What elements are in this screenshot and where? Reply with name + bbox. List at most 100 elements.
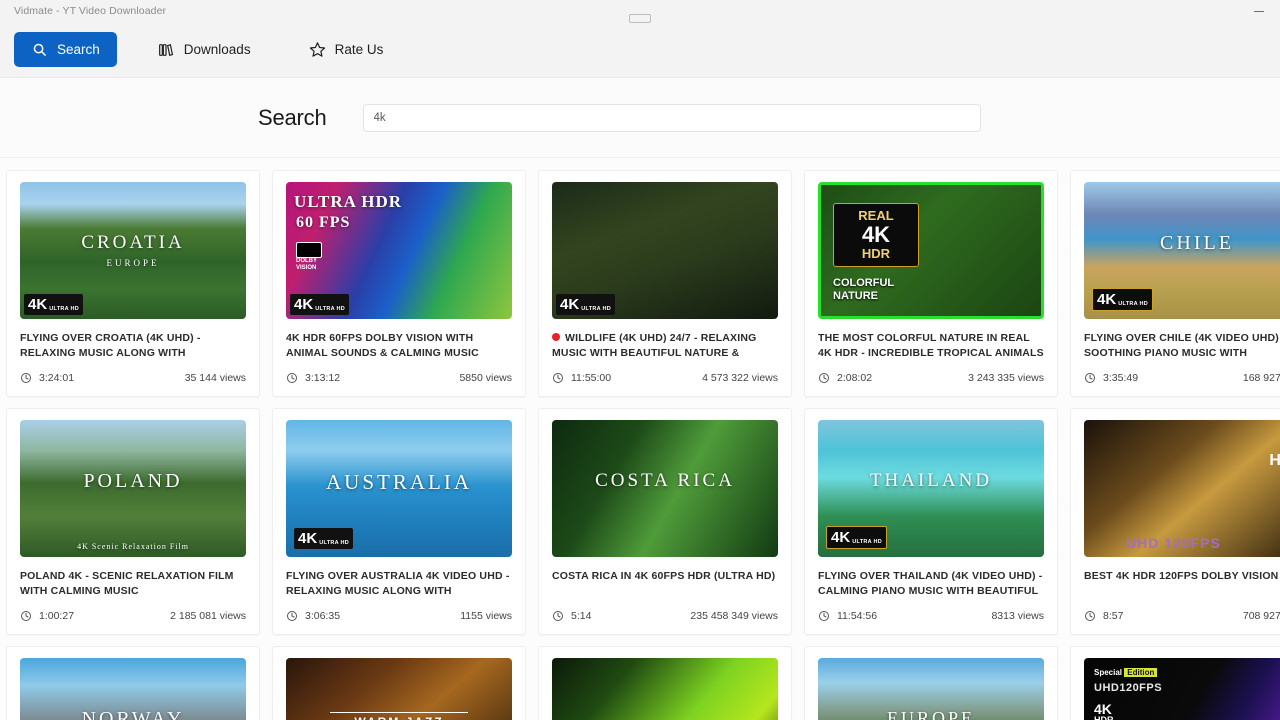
nav-item-rate-us[interactable]: Rate Us [292, 32, 401, 67]
video-card[interactable]: CROATIA EUROPE 4K ULTRA HD FLYING OVER CRO… [6, 170, 260, 397]
video-meta: 3:24:01 35 144 views [7, 361, 259, 396]
window-controls [1246, 1, 1272, 21]
video-card[interactable]: EUROPEWORLD [804, 646, 1058, 720]
video-card[interactable]: 4K ULTRA HD WILDLIFE (4K UHD) 24/7 - RELA… [538, 170, 792, 397]
search-input[interactable] [362, 103, 981, 132]
quality-badge-main: 4K [560, 296, 580, 313]
thumbnail-container[interactable]: 4K ULTRA HD [539, 171, 791, 319]
thumbnail-container[interactable]: 4KHDR DOLBYVISION UHD 120FPS [1071, 409, 1280, 557]
quality-badge: 4K ULTRA HD [556, 294, 616, 315]
video-thumbnail[interactable]: POLAND 4K Scenic Relaxation Film [20, 420, 246, 557]
thumbnail-overlay-subtitle: 4K Scenic Relaxation Film [77, 542, 189, 551]
video-card-body: WILDLIFE (4K UHD) 24/7 - RELAXING MUSIC … [539, 319, 791, 361]
thumbnail-container[interactable]: CHILE 4K ULTRA HD [1071, 171, 1280, 319]
thumbnail-overlay-title: POLAND [83, 470, 183, 492]
thumbnail-container[interactable]: THAILAND 4K ULTRA HD [805, 409, 1057, 557]
video-duration: 2:08:02 [837, 372, 873, 384]
video-card-body: BEST 4K HDR 120FPS DOLBY VISION [1071, 557, 1280, 599]
video-card[interactable]: CHILE 4K ULTRA HD FLYING OVER CHILE (4K V… [1070, 170, 1280, 397]
video-thumbnail[interactable]: 4KHDR DOLBYVISION UHD 120FPS [1084, 420, 1280, 557]
thumbnail-container[interactable]: POLAND 4K Scenic Relaxation Film [7, 409, 259, 557]
quality-badge-main: 4K [294, 296, 314, 313]
video-thumbnail[interactable]: CHILE 4K ULTRA HD [1084, 182, 1280, 319]
thumbnail-overlay-subtitle: UHD120FPS [1094, 682, 1163, 694]
video-thumbnail[interactable]: EUROPEWORLD [818, 658, 1044, 720]
video-thumbnail[interactable] [552, 658, 778, 720]
window-title: Vidmate - YT Video Downloader [14, 5, 167, 17]
video-thumbnail[interactable]: AUSTRALIA 4K ULTRA HD [286, 420, 512, 557]
thumbnail-container[interactable]: Special Edition UHD120FPS 4KHDR DOLBY [1071, 647, 1280, 720]
video-card[interactable]: THAILAND 4K ULTRA HD FLYING OVER THAILAND… [804, 408, 1058, 635]
video-meta: 5:14 235 458 349 views [539, 599, 791, 634]
video-thumbnail[interactable]: 4K ULTRA HD [552, 182, 778, 319]
video-duration: 3:24:01 [39, 372, 75, 384]
quality-badge: 4K ULTRA HD [24, 294, 84, 315]
video-thumbnail[interactable]: Special Edition UHD120FPS 4KHDR DOLBY [1084, 658, 1280, 720]
video-card[interactable]: REAL 4K HDR COLORFUL NATURE THE MOST COLORF… [804, 170, 1058, 397]
video-thumbnail[interactable]: COSTA RICA [552, 420, 778, 557]
thumbnail-overlay-title: CROATIA [81, 232, 185, 253]
thumbnail-container[interactable]: WARM JAZZ MUSIC Coffee Shop Ambience [273, 647, 525, 720]
thumbnail-container[interactable]: REAL 4K HDR COLORFUL NATURE [805, 171, 1057, 319]
quality-badge: 4K ULTRA HD [1092, 288, 1154, 311]
video-card[interactable]: 4KHDR DOLBYVISION UHD 120FPS BEST 4K HDR… [1070, 408, 1280, 635]
video-meta: 3:06:35 1155 views [273, 599, 525, 634]
video-thumbnail[interactable]: WARM JAZZ MUSIC Coffee Shop Ambience [286, 658, 512, 720]
thumbnail-overlay-title: Special Edition [1094, 668, 1158, 677]
minimize-button[interactable] [1246, 1, 1272, 21]
video-duration: 5:14 [571, 610, 592, 622]
video-title: 4K HDR 60FPS DOLBY VISION WITH ANIMAL SO… [286, 332, 479, 359]
video-card[interactable]: POLAND 4K Scenic Relaxation Film POLAND 4… [6, 408, 260, 635]
video-card-body: 4K HDR 60FPS DOLBY VISION WITH ANIMAL SO… [273, 319, 525, 361]
video-views: 4 573 322 views [702, 372, 778, 384]
video-duration: 3:13:12 [305, 372, 341, 384]
video-thumbnail[interactable]: ULTRA HDR 60 FPS DOLBY VISION 4K ULTRA HD [286, 182, 512, 319]
video-thumbnail[interactable]: NORWAY [20, 658, 246, 720]
thumbnail-overlay-subtitle: 60 FPS [296, 214, 351, 231]
nav-label-rate-us: Rate Us [334, 42, 384, 57]
thumbnail-overlay-subtitle: UHD 120FPS [1126, 535, 1221, 551]
thumbnail-overlay-title: REAL 4K HDR [833, 203, 919, 267]
nav-item-downloads[interactable]: Downloads [141, 32, 268, 67]
thumbnail-overlay-title: AUSTRALIA [326, 470, 472, 494]
video-card[interactable]: AUSTRALIA 4K ULTRA HD FLYING OVER AUSTRAL… [272, 408, 526, 635]
video-card[interactable]: COSTA RICA COSTA RICA IN 4K 60FPS HDR (U… [538, 408, 792, 635]
video-views: 235 458 349 views [690, 610, 778, 622]
main-navbar: Search Downloads Rate Us [0, 14, 1280, 78]
thumbnail-container[interactable]: AUSTRALIA 4K ULTRA HD [273, 409, 525, 557]
video-duration: 8:57 [1103, 610, 1124, 622]
thumbnail-overlay-subtitle: EUROPE [106, 258, 160, 268]
thumbnail-container[interactable]: COSTA RICA [539, 409, 791, 557]
video-card[interactable]: Special Edition UHD120FPS 4KHDR DOLBY [1070, 646, 1280, 720]
quality-badge-sub: ULTRA HD [315, 305, 346, 312]
quality-badge-main: 4K [1097, 291, 1117, 308]
thumbnail-container[interactable]: EUROPEWORLD [805, 647, 1057, 720]
thumbnail-container[interactable]: CROATIA EUROPE 4K ULTRA HD [7, 171, 259, 319]
video-meta: 11:55:00 4 573 322 views [539, 361, 791, 396]
video-duration: 3:35:49 [1103, 372, 1139, 384]
video-thumbnail[interactable]: THAILAND 4K ULTRA HD [818, 420, 1044, 557]
thumbnail-container[interactable]: NORWAY [7, 647, 259, 720]
video-card[interactable]: NORWAY [6, 646, 260, 720]
video-thumbnail[interactable]: CROATIA EUROPE 4K ULTRA HD [20, 182, 246, 319]
video-card[interactable]: ULTRA HDR 60 FPS DOLBY VISION 4K ULTRA HD … [272, 170, 526, 397]
clock-icon [1085, 611, 1095, 621]
video-duration: 11:54:56 [837, 610, 878, 622]
results-scroll-area[interactable]: CROATIA EUROPE 4K ULTRA HD FLYING OVER CRO… [0, 158, 1280, 720]
thumbnail-container[interactable]: ULTRA HDR 60 FPS DOLBY VISION 4K ULTRA HD [273, 171, 525, 319]
quality-badge-sub: ULTRA HD [1118, 300, 1149, 307]
video-meta: 3:13:12 5850 views [273, 361, 525, 396]
video-views: 8313 views [991, 610, 1044, 622]
drag-handle[interactable] [629, 14, 651, 23]
thumbnail-container[interactable] [539, 647, 791, 720]
nav-item-search[interactable]: Search [14, 32, 117, 67]
video-card[interactable] [538, 646, 792, 720]
video-title: FLYING OVER THAILAND (4K VIDEO UHD) - CA… [818, 570, 1043, 597]
thumbnail-overlay-subtitle: COLORFUL NATURE [833, 277, 895, 302]
video-card-body: THE MOST COLORFUL NATURE IN REAL 4K HDR … [805, 319, 1057, 361]
video-meta: 1:00:27 2 185 081 views [7, 599, 259, 634]
quality-badge: 4K ULTRA HD [290, 294, 350, 315]
video-card[interactable]: WARM JAZZ MUSIC Coffee Shop Ambience [272, 646, 526, 720]
video-thumbnail[interactable]: REAL 4K HDR COLORFUL NATURE [818, 182, 1044, 319]
clock-icon [1085, 373, 1095, 383]
